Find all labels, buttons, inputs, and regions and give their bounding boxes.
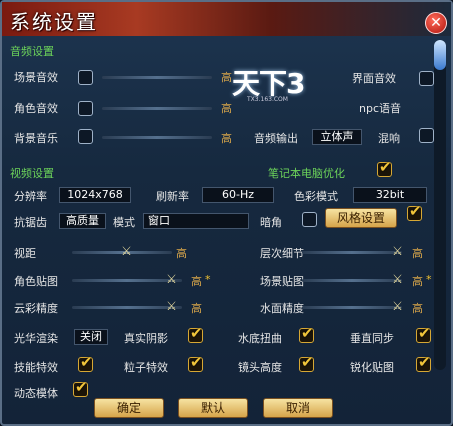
bgm-checkbox[interactable] (78, 129, 93, 144)
sharpen-label: 锐化贴图 (350, 361, 394, 374)
sharpen-checkbox[interactable] (416, 353, 431, 372)
real-shadow-checkbox[interactable] (188, 324, 203, 343)
scene-texture-level: 高 (412, 275, 423, 288)
real-shadow-label: 真实阴影 (124, 332, 168, 345)
reverb-checkbox[interactable] (419, 128, 434, 143)
refresh-select[interactable]: 60-Hz (202, 187, 274, 203)
skill-fx-label: 技能特效 (14, 361, 58, 374)
view-distance-level: 高 (176, 247, 187, 260)
bgm-slider[interactable] (102, 136, 212, 139)
bloom-label: 光华渲染 (14, 332, 58, 345)
laptop-opt-checkbox[interactable] (377, 158, 392, 177)
cancel-button[interactable]: 取消 (263, 398, 333, 418)
dynamic-fog-checkbox[interactable] (73, 378, 88, 397)
view-distance-knob-icon[interactable]: ⚔ (120, 245, 133, 258)
cam-height-label: 镜头高度 (238, 361, 282, 374)
scene-sfx-slider[interactable] (102, 76, 212, 79)
aa-label: 抗锯齿 (14, 216, 47, 229)
water-label: 水面精度 (260, 302, 304, 315)
default-button[interactable]: 默认 (178, 398, 248, 418)
char-sfx-label: 角色音效 (14, 102, 58, 115)
vsync-label: 垂直同步 (350, 332, 394, 345)
cloud-knob-icon[interactable]: ⚔ (165, 300, 178, 313)
color-mode-select[interactable]: 32bit (353, 187, 427, 203)
scene-sfx-level: 高 (221, 71, 232, 84)
lod-knob-icon[interactable]: ⚔ (391, 245, 404, 258)
water-knob-icon[interactable]: ⚔ (391, 300, 404, 313)
scrollbar-thumb[interactable] (434, 40, 446, 70)
char-texture-star-icon: * (205, 273, 211, 286)
cloud-level: 高 (191, 302, 202, 315)
char-sfx-checkbox[interactable] (78, 101, 93, 116)
bloom-select[interactable]: 关闭 (74, 329, 108, 345)
game-logo: 天下3 TX3.163.COM (232, 67, 305, 103)
scene-texture-knob-icon[interactable]: ⚔ (391, 273, 404, 286)
resolution-label: 分辨率 (14, 190, 47, 203)
lod-slider[interactable] (302, 251, 402, 254)
lod-label: 层次细节 (260, 247, 304, 260)
scene-texture-star-icon: * (426, 273, 432, 286)
underwater-label: 水底扭曲 (238, 332, 282, 345)
vsync-checkbox[interactable] (416, 324, 431, 343)
npc-voice-label: npc语音 (359, 102, 402, 115)
char-texture-label: 角色贴图 (14, 275, 58, 288)
scene-sfx-checkbox[interactable] (78, 70, 93, 85)
bgm-label: 背景音乐 (14, 132, 58, 145)
audio-output-label: 音频输出 (254, 132, 298, 145)
particle-fx-label: 粒子特效 (124, 361, 168, 374)
color-mode-label: 色彩模式 (294, 190, 338, 203)
window-title: 系统设置 (10, 10, 98, 34)
style-settings-button[interactable]: 风格设置 (325, 208, 397, 228)
water-slider[interactable] (302, 306, 402, 309)
scene-texture-slider[interactable] (302, 279, 402, 282)
display-mode-label: 模式 (113, 216, 135, 229)
style-settings-checkbox[interactable] (407, 202, 422, 221)
reverb-label: 混响 (378, 132, 400, 145)
particle-fx-checkbox[interactable] (188, 353, 203, 372)
close-icon[interactable]: ✕ (425, 12, 447, 34)
settings-window: 系统设置 ✕ 音频设置 场景音效 高 角色音效 高 背景音乐 高 天下3 TX3… (0, 0, 453, 426)
char-texture-level: 高 (191, 275, 202, 288)
vignette-checkbox[interactable] (302, 212, 317, 227)
ui-sfx-label: 界面音效 (352, 72, 396, 85)
ui-sfx-checkbox[interactable] (419, 71, 434, 86)
vignette-label: 暗角 (260, 216, 282, 229)
cloud-label: 云彩精度 (14, 302, 58, 315)
ok-button[interactable]: 确定 (94, 398, 164, 418)
lod-level: 高 (412, 247, 423, 260)
aa-select[interactable]: 高质量 (59, 213, 106, 229)
title-bar: 系统设置 (2, 2, 451, 36)
refresh-label: 刷新率 (156, 190, 189, 203)
skill-fx-checkbox[interactable] (78, 353, 93, 372)
underwater-checkbox[interactable] (299, 324, 314, 343)
scene-texture-label: 场景贴图 (260, 275, 304, 288)
audio-output-select[interactable]: 立体声 (312, 129, 362, 145)
section-video: 视频设置 (10, 167, 54, 180)
bgm-level: 高 (221, 132, 232, 145)
display-mode-select[interactable]: 窗口 (143, 213, 249, 229)
laptop-opt-label: 笔记本电脑优化 (268, 167, 345, 180)
resolution-select[interactable]: 1024x768 (59, 187, 131, 203)
view-distance-label: 视距 (14, 247, 36, 260)
water-level: 高 (412, 302, 423, 315)
section-audio: 音频设置 (10, 45, 54, 58)
dynamic-fog-label: 动态模体 (14, 387, 58, 400)
char-sfx-slider[interactable] (102, 107, 212, 110)
cam-height-checkbox[interactable] (299, 353, 314, 372)
char-sfx-level: 高 (221, 102, 232, 115)
scrollbar[interactable] (434, 40, 446, 370)
char-texture-knob-icon[interactable]: ⚔ (165, 273, 178, 286)
scene-sfx-label: 场景音效 (14, 71, 58, 84)
